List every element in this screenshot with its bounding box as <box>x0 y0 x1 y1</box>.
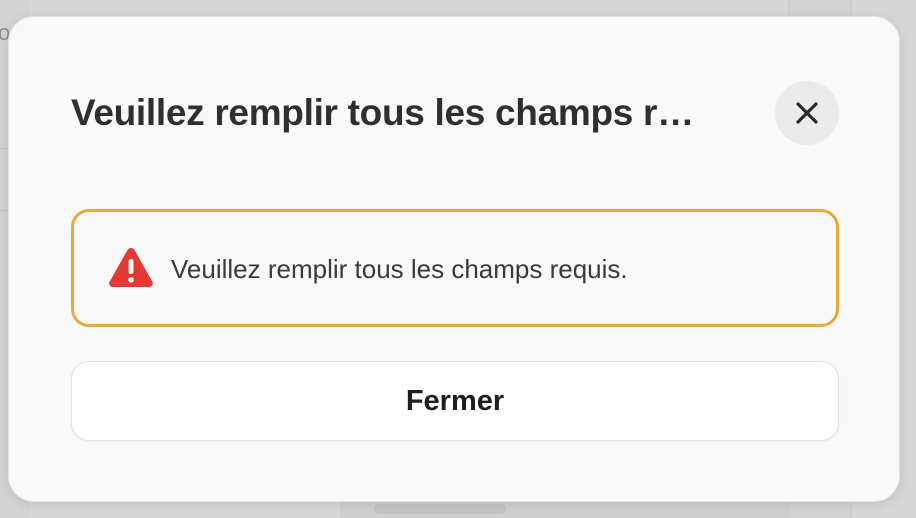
close-icon <box>796 102 818 124</box>
close-dialog-button[interactable] <box>775 81 839 145</box>
dialog-title: Veuillez remplir tous les champs r… <box>71 92 694 133</box>
warning-alert: Veuillez remplir tous les champs requis. <box>71 209 839 327</box>
fermer-button-label: Fermer <box>405 384 505 417</box>
alert-message: Veuillez remplir tous les champs requis. <box>171 254 628 284</box>
alert-dialog: Veuillez remplir tous les champs r… Veui… <box>8 16 900 502</box>
warning-triangle-icon <box>109 248 153 287</box>
background-bottom-pill <box>374 504 506 514</box>
fermer-button[interactable]: Fermer <box>71 361 839 441</box>
